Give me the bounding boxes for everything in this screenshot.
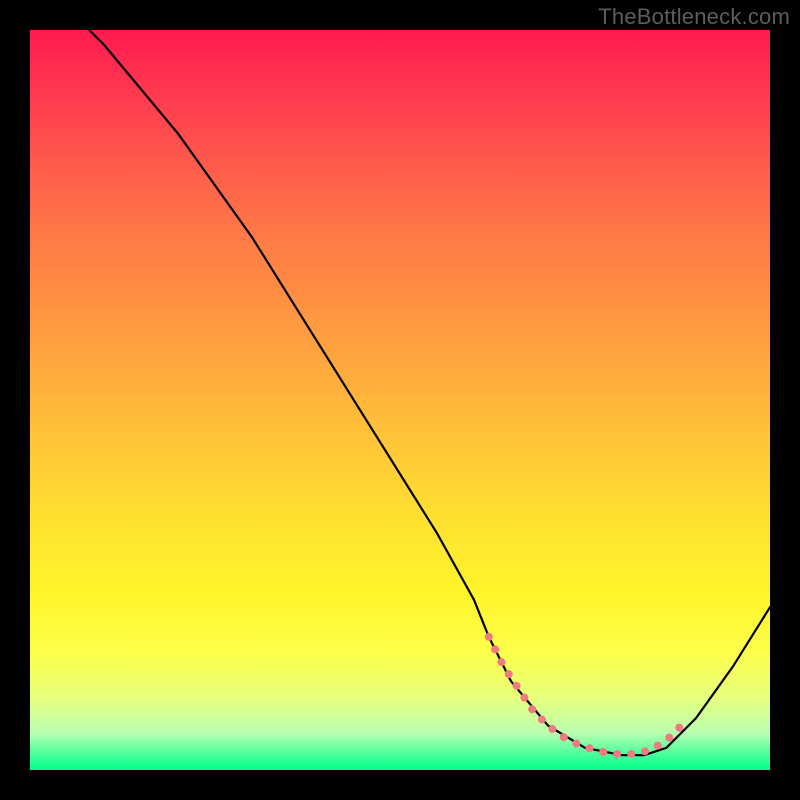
- bottleneck-curve: [30, 30, 770, 755]
- watermark-text: TheBottleneck.com: [598, 4, 790, 30]
- curve-layer: [30, 30, 770, 770]
- plot-area: [30, 30, 770, 770]
- ideal-range-dots: [489, 637, 681, 755]
- chart-frame: TheBottleneck.com: [0, 0, 800, 800]
